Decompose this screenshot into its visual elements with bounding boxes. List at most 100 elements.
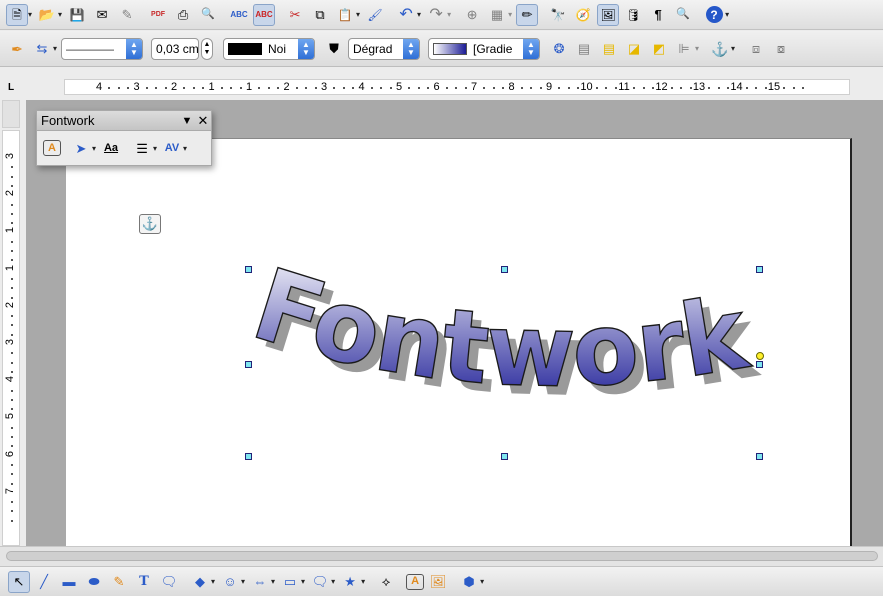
flowchart-dropdown-arrow[interactable]: ▾ [301,577,305,586]
database-icon[interactable]: 🛢 [622,4,644,26]
selection-handle-middle-left[interactable] [245,361,252,368]
copy-icon[interactable]: ⧉ [309,4,331,26]
align-icon[interactable]: ☰ [131,137,153,159]
extrusion-icon[interactable]: ⬢ [458,571,480,593]
arrow-style-icon[interactable]: ⇆ [31,38,53,60]
floppy-disk-icon[interactable]: 💾 [66,4,88,26]
table-icon[interactable]: ▦ [486,4,508,26]
flowchart-icon[interactable]: ▭ [279,571,301,593]
binoculars-icon[interactable]: 🔭 [547,4,569,26]
line-width-field[interactable]: 0,03 cm [151,37,200,60]
paintbrush-icon[interactable]: 🖌 [364,4,386,26]
freeform-icon[interactable]: ✎ [108,571,130,593]
area-style-spinner[interactable]: ▲ ▼ [403,38,420,59]
selection-handle-bottom-left[interactable] [245,453,252,460]
magnifier-icon[interactable]: 🔍 [672,4,694,26]
symbol-shapes-dropdown-arrow[interactable]: ▾ [241,577,245,586]
fontwork-align-dropdown-arrow[interactable]: ▾ [153,144,157,153]
speech-bubble-icon[interactable]: 🗨 [309,571,331,593]
printer-icon[interactable]: ⎙ [172,4,194,26]
shadow-icon[interactable]: ❂ [548,38,570,60]
selection-handle-middle-right[interactable] [756,361,763,368]
paste-dropdown-arrow[interactable]: ▾ [356,10,360,19]
fontwork-shape-icon[interactable]: ➤ [70,137,92,159]
rectangle-icon[interactable]: ▬ [58,571,80,593]
abc-check-icon[interactable]: ABC [228,4,250,26]
character-spacing-icon[interactable]: AV [161,137,183,159]
undo-dropdown-arrow[interactable]: ▾ [417,10,421,19]
draw-pencil-icon[interactable]: ✏ [516,3,539,26]
line-pen-icon[interactable]: ✒ [6,38,28,60]
star-icon[interactable]: ★ [339,571,361,593]
anchor-marker-icon[interactable]: ⚓ [139,214,161,234]
close-icon[interactable]: ✕ [195,113,211,129]
points-icon[interactable]: ⟡ [375,571,397,593]
selection-handle-top-left[interactable] [245,266,252,273]
globe-icon[interactable]: ⊕ [461,4,483,26]
horizontal-scrollbar-thumb[interactable] [6,551,878,561]
horizontal-ruler[interactable]: 4 3 2 1 1 2 3 4 5 6 7 8 9 10 11 12 13 14 15 [64,79,850,95]
area-fill-spinner[interactable]: ▲ ▼ [523,38,540,59]
tab-stop-selector[interactable]: L [0,76,22,98]
line-icon[interactable]: ╱ [33,571,55,593]
magnifier-page-icon[interactable]: 🔍 [197,4,219,26]
redo-dropdown-arrow[interactable]: ▾ [447,10,451,19]
envelope-arrow-icon[interactable]: ✉ [91,4,113,26]
callout-shapes-dropdown-arrow[interactable]: ▾ [331,577,335,586]
arrange-icon[interactable]: ◩ [648,38,670,60]
fontwork-gallery-icon[interactable]: A [43,140,61,156]
text-icon[interactable]: T [133,571,155,593]
document-stack-icon[interactable]: 🗎 [6,3,28,26]
fontwork-icon[interactable]: A [406,573,425,590]
arrow-style-dropdown-arrow[interactable]: ▾ [53,44,57,53]
gallery-icon[interactable]: 🖼 [597,3,620,26]
compass-icon[interactable]: 🧭 [572,4,594,26]
line-color-spinner[interactable]: ▲ ▼ [298,38,315,59]
selection-handle-top-center[interactable] [501,266,508,273]
ungroup-icon[interactable]: ⧇ [770,38,792,60]
alignment-icon[interactable]: ⊫ [673,38,695,60]
fontwork-object[interactable]: Fontwork Fontwork [240,264,792,464]
callout-icon[interactable]: 🗨 [158,571,180,593]
line-style-spinner[interactable]: ▲ ▼ [126,38,143,59]
shape-control-point[interactable] [756,352,764,360]
horizontal-scrollbar[interactable] [0,546,883,566]
group-icon[interactable]: ⧈ [745,38,767,60]
open-dropdown-arrow[interactable]: ▾ [58,10,62,19]
diamond-icon[interactable]: ◆ [189,571,211,593]
character-spacing-dropdown-arrow[interactable]: ▾ [183,144,187,153]
pointer-icon[interactable]: ↖ [8,570,30,593]
clipboard-icon[interactable]: 📋 [334,4,356,26]
selection-handle-bottom-right[interactable] [756,453,763,460]
selection-handle-top-right[interactable] [756,266,763,273]
line-color-select[interactable]: Noi ▲ ▼ [223,37,316,60]
anchor-dropdown-arrow[interactable]: ▾ [731,44,735,53]
basic-shapes-dropdown-arrow[interactable]: ▾ [211,577,215,586]
toolbar-overflow-arrow[interactable]: ▾ [725,10,729,19]
palette-menu-icon[interactable]: ▼ [179,115,195,127]
vertical-ruler[interactable]: 3 2 1 1 2 3 4 5 6 7 [2,130,20,546]
line-width-stepper[interactable]: ▲ ▼ [201,37,214,60]
area-style-select[interactable]: Dégrad ▲ ▼ [348,37,421,60]
new-dropdown-arrow[interactable]: ▾ [28,10,32,19]
pilcrow-icon[interactable]: ¶ [647,4,669,26]
line-style-select[interactable]: ———— ▲ ▼ [61,37,144,60]
fontwork-shape-dropdown-arrow[interactable]: ▾ [92,144,96,153]
undo-icon[interactable]: ↶ [395,4,417,26]
area-bucket-icon[interactable]: ⛊ [323,38,345,60]
area-fill-select[interactable]: [Gradie ▲ ▼ [428,37,541,60]
pencil-page-icon[interactable]: ✎ [116,4,138,26]
help-icon[interactable]: ? [703,4,725,26]
bring-to-front-icon[interactable]: ▤ [598,38,620,60]
redo-icon[interactable]: ↷ [425,4,447,26]
folder-open-icon[interactable]: 📂 [36,4,58,26]
table-dropdown-arrow[interactable]: ▾ [508,10,512,19]
image-icon[interactable]: 🖼 [427,571,449,593]
smiley-icon[interactable]: ☺ [219,571,241,593]
double-arrow-icon[interactable]: ⇔ [249,571,271,593]
pdf-icon[interactable]: PDF [147,4,169,26]
selection-handle-bottom-center[interactable] [501,453,508,460]
text-wrap-off-icon[interactable]: ▤ [573,38,595,60]
block-arrows-dropdown-arrow[interactable]: ▾ [271,577,275,586]
alignment-dropdown-arrow[interactable]: ▾ [695,44,699,53]
